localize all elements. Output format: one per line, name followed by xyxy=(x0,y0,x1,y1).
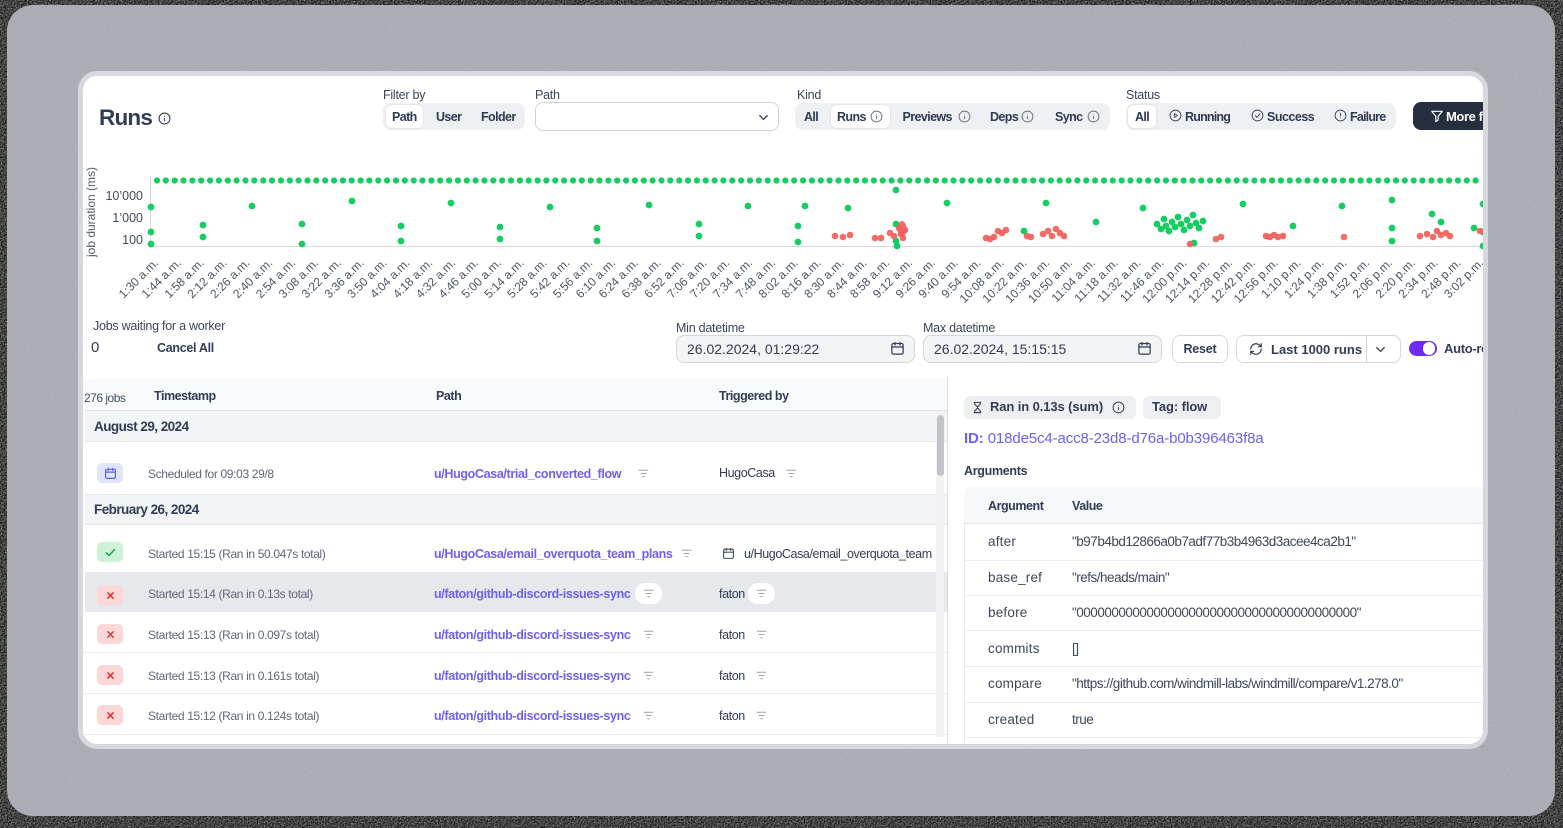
svg-text:job duration (ms): job duration (ms) xyxy=(85,167,98,258)
svg-text:100: 100 xyxy=(122,233,143,247)
svg-text:1’000: 1’000 xyxy=(112,211,143,225)
svg-text:10’000: 10’000 xyxy=(105,189,143,203)
